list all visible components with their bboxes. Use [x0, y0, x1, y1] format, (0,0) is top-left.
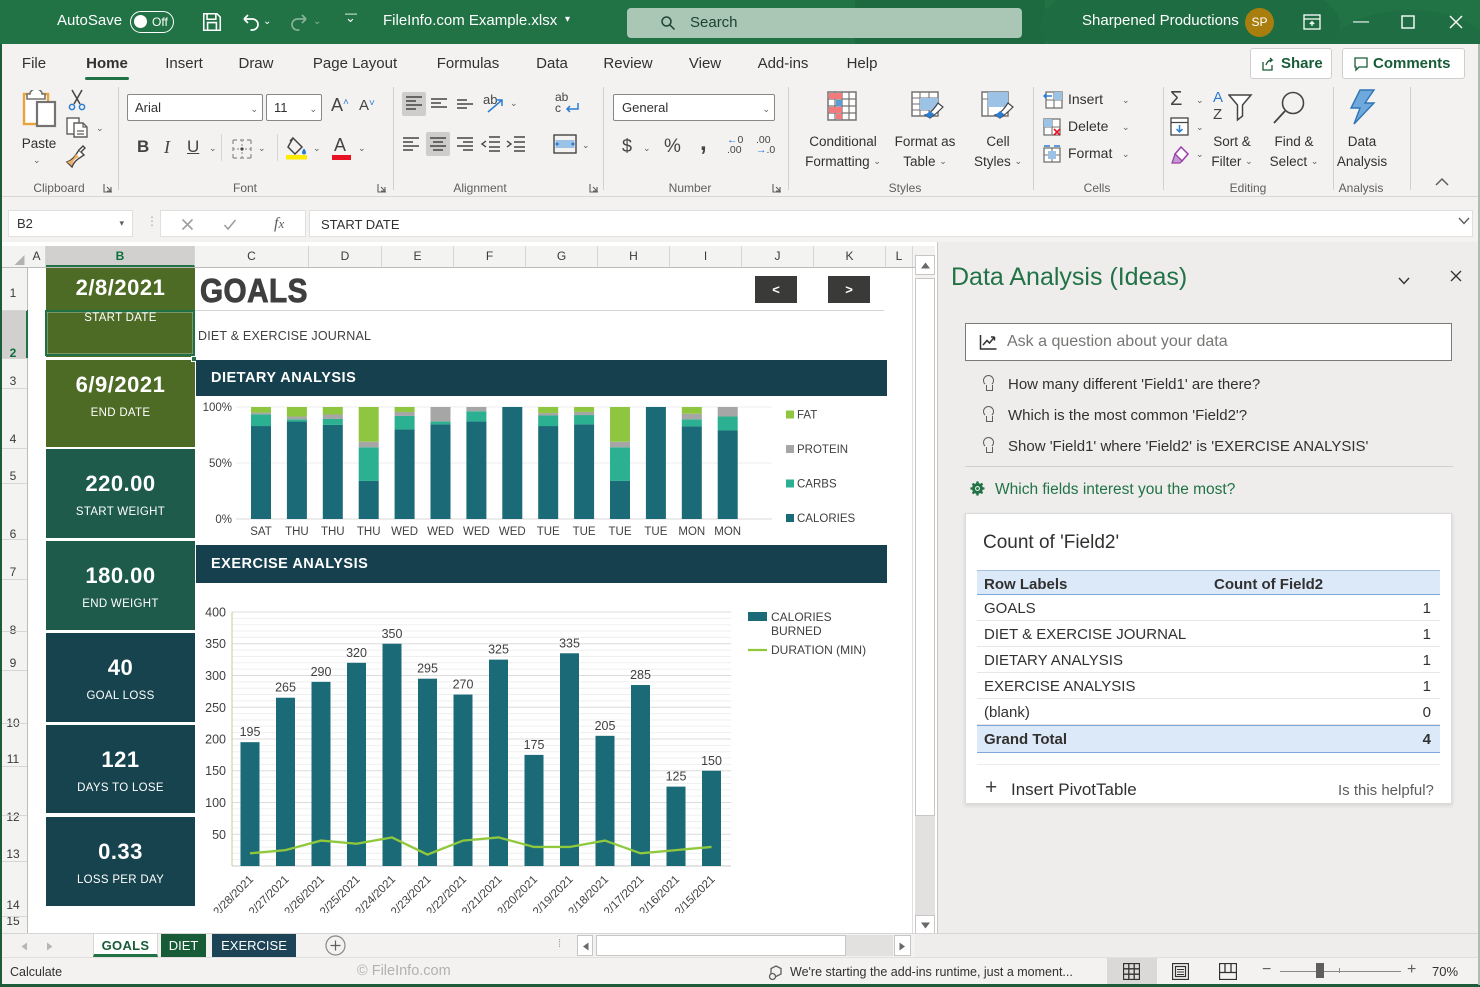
- svg-text:50: 50: [212, 828, 226, 842]
- svg-text:270: 270: [453, 678, 474, 692]
- svg-text:295: 295: [417, 662, 438, 676]
- svg-text:100: 100: [205, 796, 226, 810]
- svg-text:250: 250: [205, 701, 226, 715]
- svg-text:MON: MON: [678, 526, 705, 538]
- svg-text:WED: WED: [391, 526, 418, 538]
- svg-text:320: 320: [346, 646, 367, 660]
- svg-text:50%: 50%: [209, 458, 232, 470]
- svg-text:TUE: TUE: [644, 526, 667, 538]
- svg-text:FAT: FAT: [797, 410, 817, 422]
- svg-text:335: 335: [559, 636, 580, 650]
- svg-text:CALORIES: CALORIES: [797, 513, 855, 525]
- svg-text:WED: WED: [463, 526, 490, 538]
- svg-text:2/15/2021: 2/15/2021: [673, 874, 718, 913]
- svg-text:SAT: SAT: [250, 526, 272, 538]
- svg-text:290: 290: [311, 665, 332, 679]
- svg-text:TUE: TUE: [573, 526, 596, 538]
- svg-text:BURNED: BURNED: [771, 624, 822, 638]
- svg-text:THU: THU: [285, 526, 309, 538]
- svg-text:150: 150: [701, 754, 722, 768]
- svg-text:300: 300: [205, 669, 226, 683]
- svg-text:WED: WED: [427, 526, 454, 538]
- svg-text:DURATION (MIN): DURATION (MIN): [771, 643, 866, 657]
- svg-text:MON: MON: [714, 526, 741, 538]
- svg-text:WED: WED: [499, 526, 526, 538]
- svg-text:205: 205: [595, 719, 616, 733]
- svg-text:175: 175: [524, 738, 545, 752]
- svg-text:THU: THU: [321, 526, 345, 538]
- svg-text:TUE: TUE: [609, 526, 632, 538]
- svg-text:200: 200: [205, 733, 226, 747]
- svg-text:350: 350: [205, 637, 226, 651]
- svg-text:CARBS: CARBS: [797, 479, 837, 491]
- svg-text:125: 125: [666, 770, 687, 784]
- svg-text:150: 150: [205, 764, 226, 778]
- svg-text:PROTEIN: PROTEIN: [797, 444, 848, 456]
- svg-text:400: 400: [205, 606, 226, 620]
- svg-text:0%: 0%: [215, 514, 232, 526]
- svg-text:TUE: TUE: [537, 526, 560, 538]
- svg-text:265: 265: [275, 681, 296, 695]
- svg-text:CALORIES: CALORIES: [771, 610, 832, 624]
- svg-text:100%: 100%: [203, 402, 232, 414]
- svg-text:195: 195: [240, 725, 261, 739]
- svg-text:285: 285: [630, 668, 651, 682]
- svg-text:350: 350: [382, 627, 403, 641]
- svg-text:THU: THU: [357, 526, 381, 538]
- svg-text:325: 325: [488, 643, 509, 657]
